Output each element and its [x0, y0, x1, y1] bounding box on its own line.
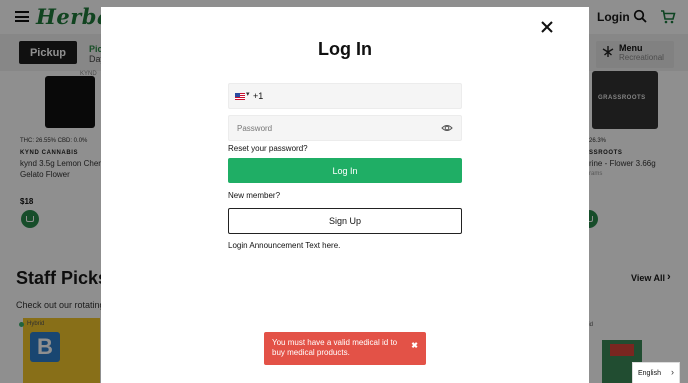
close-icon[interactable]	[538, 18, 556, 36]
modal-title: Log In	[318, 39, 372, 59]
country-dropdown-caret-icon[interactable]: ▾	[246, 90, 250, 98]
login-announcement: Login Announcement Text here.	[228, 241, 341, 250]
login-submit-button[interactable]: Log In	[228, 158, 462, 183]
toast-message: You must have a valid medical id to buy …	[272, 338, 398, 357]
chevron-right-icon[interactable]: ›	[671, 367, 674, 377]
new-member-label: New member?	[228, 191, 281, 200]
phone-country-code[interactable]: +1	[253, 91, 263, 101]
password-field[interactable]	[228, 115, 462, 141]
us-flag-canton	[235, 93, 240, 97]
reset-password-link[interactable]: Reset your password?	[228, 144, 308, 153]
toast-close-icon[interactable]: ✖	[411, 341, 418, 351]
signup-button[interactable]: Sign Up	[228, 208, 462, 234]
login-modal: Log In ▾ +1 Reset your password? Log In …	[101, 7, 589, 383]
error-toast: You must have a valid medical id to buy …	[264, 332, 426, 365]
language-label[interactable]: English	[638, 370, 661, 377]
phone-number-field[interactable]: ▾ +1	[228, 83, 462, 109]
language-selector[interactable]: English ›	[632, 362, 680, 383]
show-password-eye-icon[interactable]	[441, 122, 453, 134]
